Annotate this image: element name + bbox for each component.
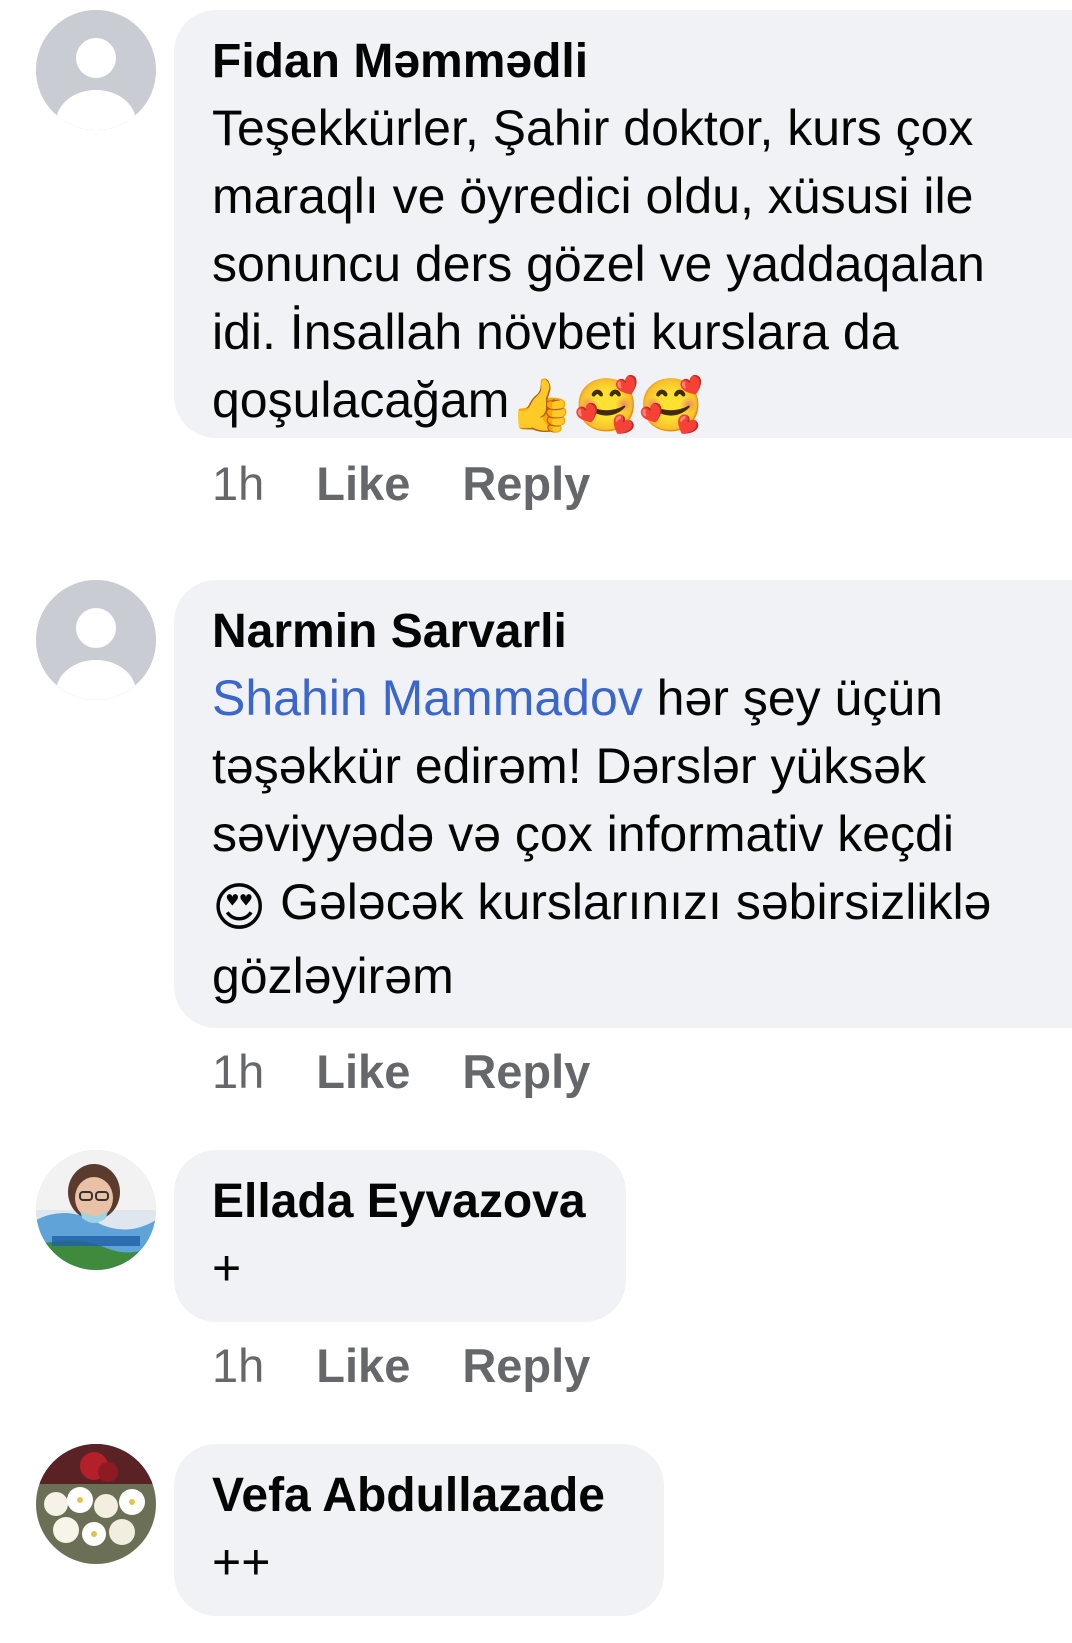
comment-text-segment: qoşulacağam xyxy=(212,372,510,428)
reply-button[interactable]: Reply xyxy=(462,1042,590,1102)
comment-text-line: gözləyirəm xyxy=(212,948,454,1004)
comment-bubble: Narmin Sarvarli Shahin Mammadov hər şey … xyxy=(174,580,1072,1028)
comment-text-line: ++ xyxy=(212,1534,271,1590)
reply-button[interactable]: Reply xyxy=(462,1336,590,1396)
comment-actions: 1h Like Reply xyxy=(212,1336,590,1396)
like-button[interactable]: Like xyxy=(316,1336,410,1396)
reply-button[interactable]: Reply xyxy=(462,454,590,514)
comment-author[interactable]: Vefa Abdullazade xyxy=(212,1464,628,1528)
avatar-photo-icon[interactable] xyxy=(36,1150,156,1270)
comment-bubble: Ellada Eyvazova + xyxy=(174,1150,626,1322)
thumbs-up-smiling-hearts-emoji-icon: 👍🥰🥰 xyxy=(509,376,704,436)
avatar-default-icon[interactable] xyxy=(36,10,156,130)
comment-actions: 1h Like Reply xyxy=(212,454,590,514)
comment-author[interactable]: Ellada Eyvazova xyxy=(212,1170,590,1234)
comment-text-line: Teşekkürler, Şahir doktor, kurs çox xyxy=(212,100,974,156)
comment-text-line: sonuncu ders gözel ve yaddaqalan xyxy=(212,236,985,292)
comment-timestamp[interactable]: 1h xyxy=(212,454,264,514)
heart-eyes-emoji-icon: 😍 xyxy=(212,878,267,938)
comment-text-line: qoşulacağam👍🥰🥰 xyxy=(212,366,1058,440)
comment-timestamp[interactable]: 1h xyxy=(212,1042,264,1102)
comment-actions: 1h Like Reply xyxy=(212,1042,590,1102)
comment-author[interactable]: Fidan Məmmədli xyxy=(212,30,1058,94)
comment-author[interactable]: Narmin Sarvarli xyxy=(212,600,1058,664)
comment-bubble: Vefa Abdullazade ++ xyxy=(174,1444,664,1616)
comment-bubble: Fidan Məmmədli Teşekkürler, Şahir doktor… xyxy=(174,10,1072,438)
like-button[interactable]: Like xyxy=(316,1042,410,1102)
comment-text-segment: Gələcək kurslarınızı səbirsizliklə xyxy=(266,874,992,930)
comment-text-segment: hər şey üçün xyxy=(642,670,943,726)
comment-text-line: idi. İnsallah növbeti kurslara da xyxy=(212,304,899,360)
comment-text-line: 😍 Gələcək kurslarınızı səbirsizliklə xyxy=(212,868,1058,942)
comment-text-line: + xyxy=(212,1240,242,1296)
mention-link[interactable]: Shahin Mammadov xyxy=(212,670,643,726)
like-button[interactable]: Like xyxy=(316,454,410,514)
comment-text-line: təşəkkür edirəm! Dərslər yüksək xyxy=(212,738,927,794)
comment-text-line: Shahin Mammadov hər şey üçün xyxy=(212,664,1058,732)
avatar-photo-icon[interactable] xyxy=(36,1444,156,1564)
avatar-default-icon[interactable] xyxy=(36,580,156,700)
comment-timestamp[interactable]: 1h xyxy=(212,1336,264,1396)
comment-text-line: maraqlı ve öyredici oldu, xüsusi ile xyxy=(212,168,974,224)
comment-text-line: səviyyədə və çox informativ keçdi xyxy=(212,806,954,862)
